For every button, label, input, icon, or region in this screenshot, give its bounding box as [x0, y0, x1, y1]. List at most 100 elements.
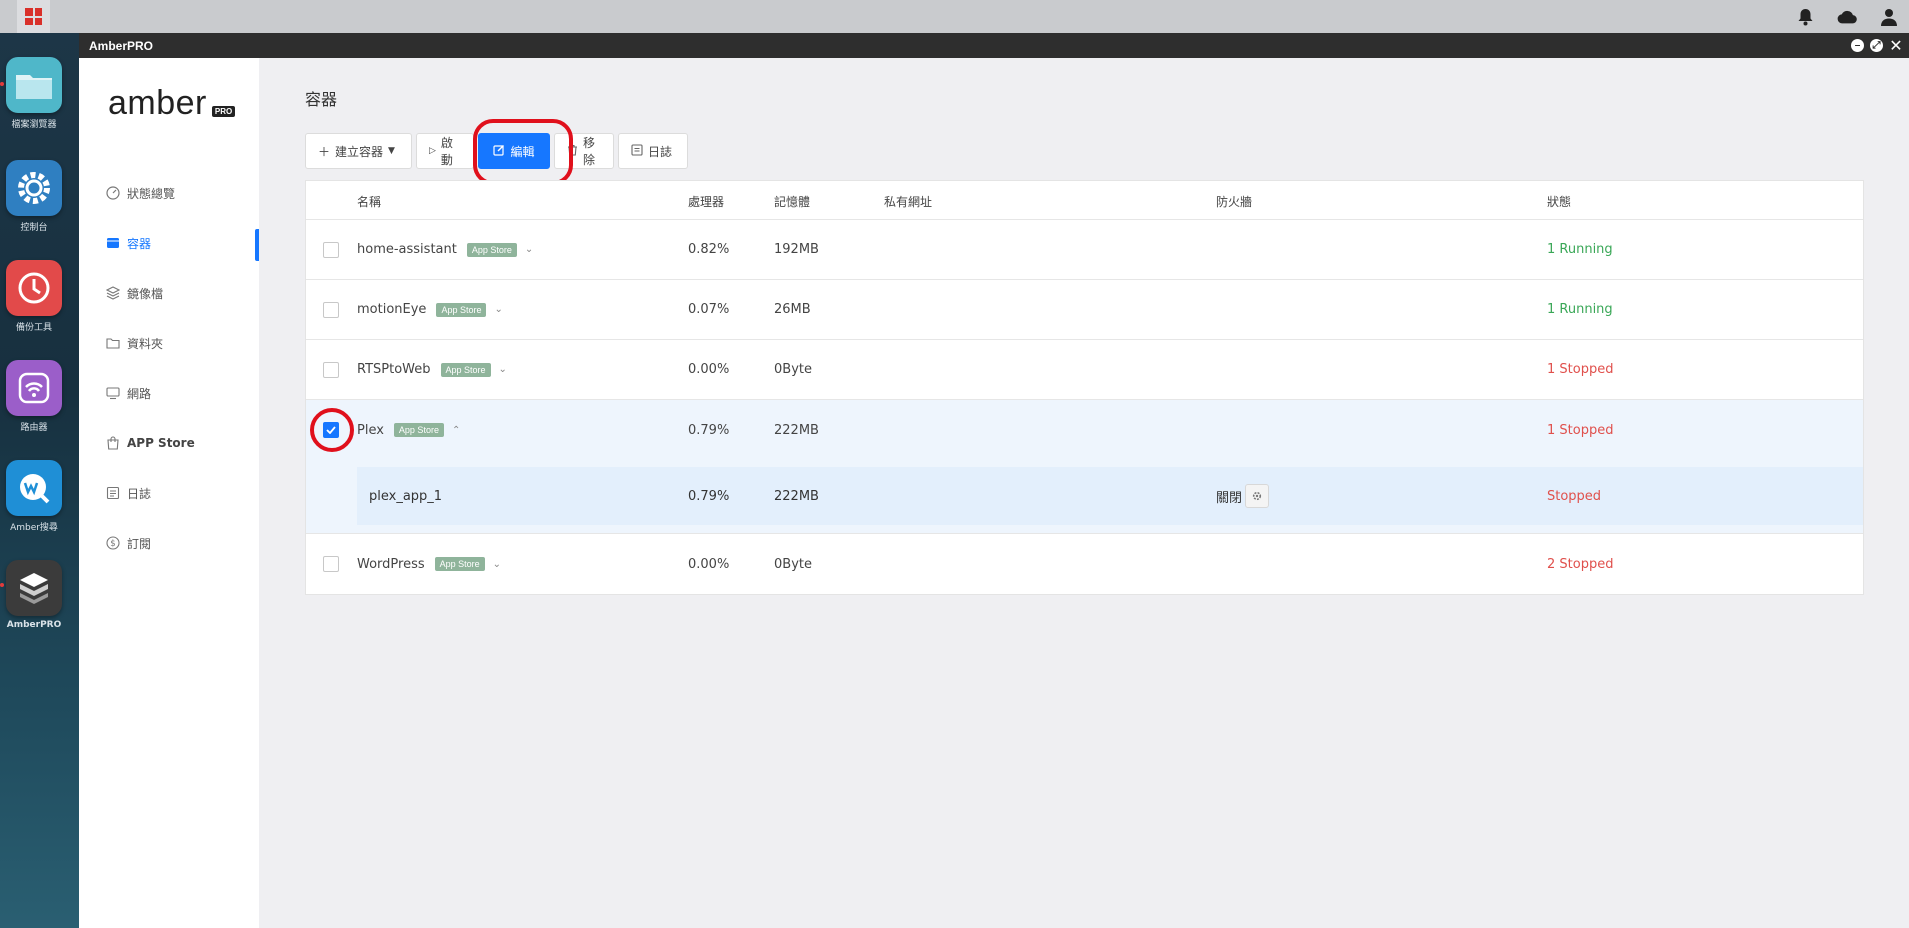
log-icon — [631, 143, 643, 159]
container-name: Plex — [357, 422, 384, 438]
desktop-dock: 檔案瀏覽器 控制台 備份工具 路由器 Amber搜尋 AmberPRO — [0, 33, 79, 928]
status-text: Stopped — [1547, 488, 1602, 504]
dock-item-amberpro[interactable]: AmberPRO — [0, 560, 68, 630]
minimize-icon[interactable]: – — [1851, 39, 1864, 52]
create-container-button[interactable]: ＋ 建立容器 ▼ — [305, 133, 412, 169]
firewall-settings-icon[interactable] — [1245, 484, 1270, 508]
header-name: 名稱 — [357, 195, 382, 209]
table-row[interactable]: motionEye App Store ⌄ 0.07% 26MB 1 Runni… — [306, 280, 1863, 340]
edit-button[interactable]: 編輯 — [478, 133, 550, 169]
edit-icon — [493, 144, 505, 159]
nav-label: 容器 — [127, 236, 152, 251]
header-status: 狀態 — [1547, 195, 1572, 209]
restore-icon[interactable]: ⤢ — [1870, 39, 1883, 52]
nav-item-network[interactable]: 網路 — [106, 381, 151, 405]
close-icon[interactable]: ✕ — [1889, 36, 1903, 56]
app-store-badge: App Store — [393, 423, 444, 437]
chevron-down-icon[interactable]: ⌄ — [499, 364, 507, 375]
header-cpu: 處理器 — [688, 195, 725, 209]
dock-label: 檔案瀏覽器 — [11, 120, 57, 130]
nav-label: 日誌 — [127, 486, 152, 501]
row-checkbox[interactable] — [323, 361, 339, 378]
dollar-icon: $ — [106, 536, 120, 550]
amberpro-box-icon — [6, 560, 62, 616]
chevron-down-icon[interactable]: ⌄ — [525, 244, 533, 255]
header-firewall: 防火牆 — [1216, 195, 1253, 209]
app-store-badge: App Store — [434, 557, 485, 571]
nav-label: 鏡像檔 — [127, 286, 164, 301]
dock-running-dot — [0, 82, 4, 86]
system-top-bar — [0, 0, 1909, 33]
nav-item-containers[interactable]: 容器 — [106, 231, 151, 255]
containers-table: 名稱 處理器 記憶體 私有網址 防火牆 狀態 home-assistant Ap… — [305, 180, 1864, 595]
user-icon[interactable] — [1879, 7, 1899, 27]
header-private-url: 私有網址 — [884, 195, 933, 209]
memory-value: 0Byte — [774, 362, 812, 377]
dock-label: 控制台 — [20, 223, 48, 233]
remove-button[interactable]: 移除 — [554, 133, 614, 169]
dock-label: 路由器 — [20, 423, 48, 433]
window-title: AmberPRO — [89, 38, 154, 53]
cpu-value: 0.79% — [688, 422, 730, 438]
row-checkbox-checked[interactable] — [323, 422, 339, 438]
plus-icon: ＋ — [318, 144, 331, 159]
dock-item-router[interactable]: 路由器 — [0, 360, 68, 433]
nav-item-logs[interactable]: 日誌 — [106, 481, 151, 505]
table-row-selected[interactable]: Plex App Store ⌃ 0.79% 222MB 1 Stopped — [306, 400, 1863, 460]
cloud-icon[interactable] — [1837, 7, 1857, 27]
dock-item-control-panel[interactable]: 控制台 — [0, 160, 68, 233]
brand-word: amber — [108, 84, 207, 122]
container-name: RTSPtoWeb — [357, 362, 431, 377]
chevron-down-icon[interactable]: ⌄ — [493, 559, 501, 570]
header-memory: 記憶體 — [774, 195, 811, 209]
start-button[interactable]: ▷ 啟動 — [416, 133, 474, 169]
cpu-value: 0.07% — [688, 302, 730, 317]
status-text: 2 Stopped — [1547, 556, 1614, 572]
log-icon — [106, 486, 120, 500]
edit-label: 編輯 — [510, 144, 535, 159]
app-store-badge: App Store — [436, 302, 487, 317]
cpu-value: 0.79% — [688, 488, 730, 504]
backup-clock-icon — [6, 260, 62, 316]
memory-value: 0Byte — [774, 556, 812, 572]
container-name: motionEye — [357, 302, 427, 317]
wifi-router-icon — [6, 360, 62, 416]
table-header: 名稱 處理器 記憶體 私有網址 防火牆 狀態 — [306, 181, 1863, 220]
nav-item-images[interactable]: 鏡像檔 — [106, 281, 163, 305]
app-window: AmberPRO – ⤢ ✕ amber PRO 狀態總覽 容器 鏡像檔 資料夾 — [79, 33, 1909, 928]
chevron-up-icon[interactable]: ⌃ — [452, 425, 460, 436]
nav-item-overview[interactable]: 狀態總覽 — [106, 181, 175, 205]
main-menu-button[interactable] — [17, 0, 50, 33]
folder-icon — [6, 57, 62, 113]
table-row[interactable]: WordPress App Store ⌄ 0.00% 0Byte 2 Stop… — [306, 534, 1863, 594]
dock-item-amber-search[interactable]: Amber搜尋 — [0, 460, 68, 533]
start-label: 啟動 — [440, 136, 453, 167]
row-checkbox[interactable] — [323, 241, 339, 258]
nav-item-subscription[interactable]: $ 訂閱 — [106, 531, 151, 555]
table-row[interactable]: RTSPtoWeb App Store ⌄ 0.00% 0Byte 1 Stop… — [306, 340, 1863, 400]
dock-item-backup[interactable]: 備份工具 — [0, 260, 68, 333]
dashboard-icon — [106, 186, 120, 200]
sub-row[interactable]: plex_app_1 0.79% 222MB 關閉 Stopped — [357, 467, 1863, 525]
brand-tag: PRO — [211, 106, 236, 117]
row-checkbox[interactable] — [323, 556, 339, 572]
shopping-bag-icon — [106, 436, 120, 450]
memory-value: 222MB — [774, 488, 819, 504]
chevron-down-icon[interactable]: ⌄ — [494, 304, 502, 315]
row-checkbox[interactable] — [323, 301, 339, 318]
memory-value: 222MB — [774, 422, 819, 438]
table-row[interactable]: home-assistant App Store ⌄ 0.82% 192MB 1… — [306, 220, 1863, 280]
nav-item-app-store[interactable]: APP Store — [106, 431, 195, 455]
dock-item-file-browser[interactable]: 檔案瀏覽器 — [0, 57, 68, 130]
container-name: WordPress — [357, 556, 425, 572]
play-icon: ▷ — [429, 146, 436, 156]
cpu-value: 0.00% — [688, 362, 730, 377]
logs-button[interactable]: 日誌 — [618, 133, 688, 169]
bell-icon[interactable] — [1795, 7, 1815, 27]
nav-item-folders[interactable]: 資料夾 — [106, 331, 163, 355]
nav-label: 狀態總覽 — [127, 186, 176, 201]
amber-search-icon — [6, 460, 62, 516]
app-store-badge: App Store — [466, 242, 517, 257]
dock-label: 備份工具 — [15, 323, 52, 333]
sub-container-name: plex_app_1 — [369, 488, 443, 504]
